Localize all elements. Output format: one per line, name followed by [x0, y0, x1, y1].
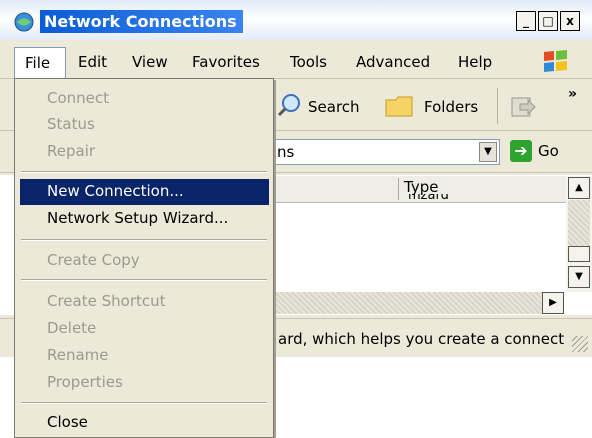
- menu-separator: [21, 402, 267, 404]
- menu-advanced[interactable]: Advanced: [356, 53, 430, 71]
- views-icon[interactable]: [508, 94, 538, 120]
- menu-item-create-copy[interactable]: Create Copy: [47, 251, 140, 269]
- menu-item-close[interactable]: Close: [47, 413, 88, 431]
- address-input[interactable]: ns ▼: [270, 139, 500, 165]
- menu-view[interactable]: View: [132, 53, 168, 71]
- menu-item-delete[interactable]: Delete: [47, 319, 96, 337]
- resize-grip[interactable]: [572, 336, 588, 352]
- status-text: ard, which helps you create a connect: [278, 330, 565, 348]
- windows-logo-icon: [544, 50, 567, 72]
- menu-item-properties[interactable]: Properties: [47, 373, 123, 391]
- go-arrow-icon[interactable]: ➔: [510, 140, 532, 162]
- menu-item-create-shortcut[interactable]: Create Shortcut: [47, 292, 166, 310]
- vertical-scroll-track[interactable]: [568, 200, 590, 246]
- close-window-button[interactable]: x: [560, 11, 580, 31]
- horizontal-scroll-track[interactable]: [270, 292, 542, 314]
- maximize-button[interactable]: □: [538, 11, 558, 31]
- menu-separator: [21, 239, 267, 241]
- folders-icon: [385, 96, 413, 117]
- menu-favorites[interactable]: Favorites: [192, 53, 260, 71]
- network-connections-icon: [14, 12, 34, 32]
- menu-item-rename[interactable]: Rename: [47, 346, 109, 364]
- search-button[interactable]: Search: [308, 98, 360, 116]
- menu-item-network-setup-wizard[interactable]: Network Setup Wizard...: [47, 209, 228, 227]
- window-title: Network Connections: [40, 10, 243, 33]
- menu-item-new-connection[interactable]: New Connection...: [47, 182, 184, 200]
- menu-file-label: File: [25, 54, 51, 72]
- scroll-up-button[interactable]: ▲: [568, 177, 590, 199]
- folders-button[interactable]: Folders: [424, 98, 478, 116]
- vertical-scroll-thumb[interactable]: [568, 246, 590, 262]
- menu-help[interactable]: Help: [458, 53, 492, 71]
- toolbar-separator: [497, 88, 498, 124]
- column-separator[interactable]: [398, 178, 399, 200]
- scroll-down-button[interactable]: ▼: [568, 266, 590, 288]
- file-menu-dropdown: Connect Status Repair New Connection... …: [14, 78, 274, 438]
- menu-separator: [21, 171, 267, 173]
- chevron-down-icon[interactable]: ▼: [479, 142, 497, 162]
- go-button[interactable]: Go: [538, 142, 559, 160]
- scroll-right-button[interactable]: ▶: [542, 292, 564, 314]
- address-value: ns: [277, 143, 295, 161]
- search-icon: [277, 94, 300, 117]
- menu-edit[interactable]: Edit: [78, 53, 107, 71]
- menu-item-connect[interactable]: Connect: [47, 89, 109, 107]
- menu-tools[interactable]: Tools: [290, 53, 327, 71]
- menu-file[interactable]: File: [14, 47, 66, 79]
- list-cell-fragment: mzard: [408, 194, 449, 202]
- menu-separator: [21, 279, 267, 281]
- menu-item-status[interactable]: Status: [47, 115, 95, 133]
- menu-item-repair[interactable]: Repair: [47, 142, 95, 160]
- toolbar-more-button[interactable]: »: [568, 86, 577, 102]
- minimize-button[interactable]: _: [516, 11, 536, 31]
